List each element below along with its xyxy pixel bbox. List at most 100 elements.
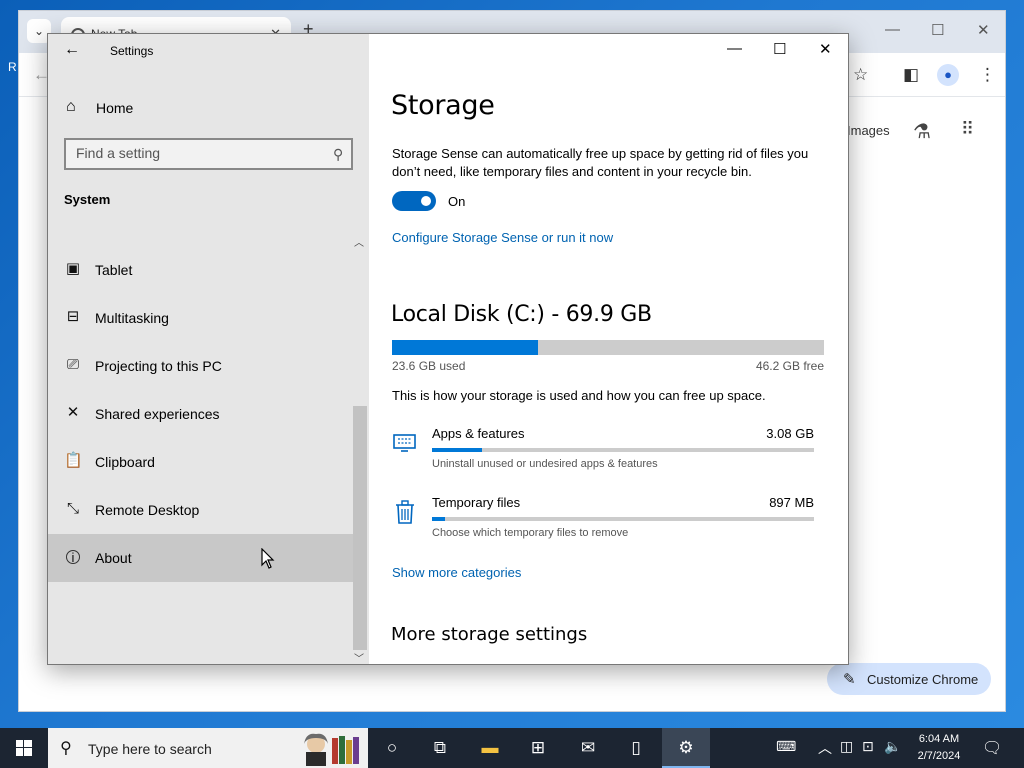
nav-item-label: Projecting to this PC: [95, 358, 222, 374]
taskbar-search-box[interactable]: ⚲ Type here to search: [48, 728, 368, 768]
multitasking-icon: ⊟: [66, 308, 80, 325]
category-usage-fill: [432, 448, 482, 452]
start-button[interactable]: [0, 728, 48, 768]
category-size: 3.08 GB: [766, 426, 814, 441]
close-icon[interactable]: ✕: [819, 40, 832, 58]
maximize-icon[interactable]: ☐: [931, 21, 944, 39]
toggle-knob: [421, 196, 431, 206]
disk-free-label: 46.2 GB free: [755, 359, 824, 373]
notepad-button[interactable]: ▯: [612, 728, 660, 768]
nav-item-clipboard[interactable]: 📋 Clipboard: [48, 438, 353, 486]
search-icon: ⚲: [332, 146, 343, 162]
store-button[interactable]: ⊞: [514, 728, 562, 768]
more-storage-settings-heading: More storage settings: [391, 624, 588, 645]
more-menu-icon[interactable]: ⋮: [979, 65, 996, 85]
show-more-categories-link[interactable]: Show more categories: [392, 565, 521, 580]
find-setting-search[interactable]: ⚲: [64, 138, 353, 170]
profile-avatar-icon[interactable]: ●: [937, 64, 959, 86]
projecting-icon: ⎚: [66, 356, 79, 373]
close-icon[interactable]: ✕: [977, 21, 990, 39]
storage-sense-toggle[interactable]: [392, 191, 436, 211]
task-view-icon: ⧉: [433, 738, 447, 757]
find-setting-input[interactable]: [76, 145, 316, 161]
disk-usage-bar: [392, 340, 824, 355]
shared-experiences-icon: ✕: [66, 404, 80, 421]
mail-button[interactable]: ✉: [564, 728, 612, 768]
gear-icon: ⚙: [678, 738, 694, 757]
info-icon: i: [66, 550, 80, 564]
page-title: Storage: [391, 90, 495, 121]
folder-icon: ▬: [481, 738, 499, 757]
nav-item-multitasking[interactable]: ⊟ Multitasking: [48, 294, 353, 342]
scroll-down-arrow[interactable]: ﹀: [354, 650, 364, 664]
nav-section-title: System: [64, 192, 111, 207]
desktop-icon-fragment: R: [8, 60, 17, 74]
configure-storage-sense-link[interactable]: Configure Storage Sense or run it now: [392, 230, 613, 245]
document-icon: ▯: [631, 738, 641, 757]
disk-usage-fill: [392, 340, 539, 355]
disk-used-label: 23.6 GB used: [392, 359, 466, 373]
nav-item-tablet[interactable]: ▣ Tablet: [48, 246, 353, 294]
labs-flask-icon[interactable]: ⚗: [913, 119, 931, 144]
apps-grid-icon[interactable]: ⠿: [961, 119, 974, 140]
cortana-circle-icon: ○: [386, 738, 398, 757]
category-size: 897 MB: [769, 495, 814, 510]
maximize-icon[interactable]: ☐: [773, 40, 786, 58]
meet-now-icon[interactable]: ◫: [840, 738, 853, 755]
cortana-button[interactable]: ○: [368, 728, 416, 768]
nav-item-label: Clipboard: [95, 454, 155, 470]
back-arrow-icon[interactable]: ←: [64, 41, 80, 59]
disk-title: Local Disk (C:) - 69.9 GB: [391, 302, 652, 327]
minimize-icon[interactable]: —: [727, 40, 742, 57]
chevron-up-icon[interactable]: ︿: [818, 738, 832, 758]
search-highlight-illustration: [304, 733, 359, 766]
settings-nav-pane: ← Settings ⌂ Home ⚲ System ︿ ﹀ ▣ Tablet …: [48, 34, 369, 664]
category-name: Temporary files: [432, 495, 521, 510]
nav-item-about[interactable]: i About: [48, 534, 353, 582]
mail-icon: ✉: [580, 738, 596, 757]
clipboard-icon: 📋: [64, 452, 83, 469]
images-link[interactable]: Images: [847, 123, 890, 138]
nav-item-label: Tablet: [95, 262, 133, 278]
mouse-cursor-icon: [261, 548, 275, 569]
taskbar-clock[interactable]: 6:04 AM 2/7/2024: [908, 731, 970, 765]
settings-taskbar-button[interactable]: ⚙: [662, 728, 710, 768]
customize-chrome-button[interactable]: ✎ Customize Chrome: [827, 663, 991, 695]
task-view-button[interactable]: ⧉: [416, 728, 464, 768]
nav-item-remote-desktop[interactable]: ⤡ Remote Desktop: [48, 486, 353, 534]
bookmark-star-icon[interactable]: ☆: [853, 65, 868, 85]
taskbar-search-placeholder: Type here to search: [88, 741, 212, 757]
volume-muted-icon[interactable]: 🔈: [884, 738, 901, 755]
window-title: Settings: [110, 44, 154, 58]
pencil-icon: ✎: [843, 671, 856, 688]
storage-sense-description: Storage Sense can automatically free up …: [392, 146, 809, 179]
category-name: Apps & features: [432, 426, 525, 441]
category-usage-fill: [432, 517, 446, 521]
tablet-icon: ▣: [65, 260, 81, 277]
nav-item-shared-experiences[interactable]: ✕ Shared experiences: [48, 390, 353, 438]
nav-scrollbar-thumb[interactable]: [353, 406, 367, 650]
category-temporary-files[interactable]: Temporary files 897 MB Choose which temp…: [392, 495, 822, 555]
network-icon[interactable]: ⊡: [862, 738, 874, 755]
file-explorer-button[interactable]: ▬: [466, 728, 514, 768]
side-panel-icon[interactable]: ◧: [903, 65, 919, 85]
taskbar: ⚲ Type here to search ○ ⧉ ▬ ⊞ ✉ ▯ ⚙ ⌨ ︿ …: [0, 728, 1024, 768]
category-description: Choose which temporary files to remove: [432, 527, 629, 539]
customize-chrome-label: Customize Chrome: [867, 672, 979, 687]
clock-time: 6:04 AM: [918, 733, 960, 745]
trash-icon: [396, 500, 414, 524]
keyboard-layout-icon[interactable]: ⌨: [776, 738, 796, 755]
settings-window: ← Settings ⌂ Home ⚲ System ︿ ﹀ ▣ Tablet …: [47, 33, 849, 665]
home-icon: ⌂: [66, 98, 76, 115]
notification-icon[interactable]: 🗨: [982, 738, 1002, 758]
usage-description: This is how your storage is used and how…: [392, 388, 766, 403]
scroll-up-arrow[interactable]: ︿: [354, 234, 364, 249]
nav-home[interactable]: ⌂ Home: [48, 90, 369, 126]
nav-item-projecting[interactable]: ⎚ Projecting to this PC: [48, 342, 353, 390]
category-apps-features[interactable]: Apps & features 3.08 GB Uninstall unused…: [392, 426, 822, 486]
remote-desktop-icon: ⤡: [66, 500, 79, 517]
windows-logo-icon: [16, 740, 32, 756]
minimize-icon[interactable]: —: [885, 21, 900, 38]
storage-sense-state: On: [448, 194, 466, 209]
nav-item-label: Shared experiences: [95, 406, 220, 422]
